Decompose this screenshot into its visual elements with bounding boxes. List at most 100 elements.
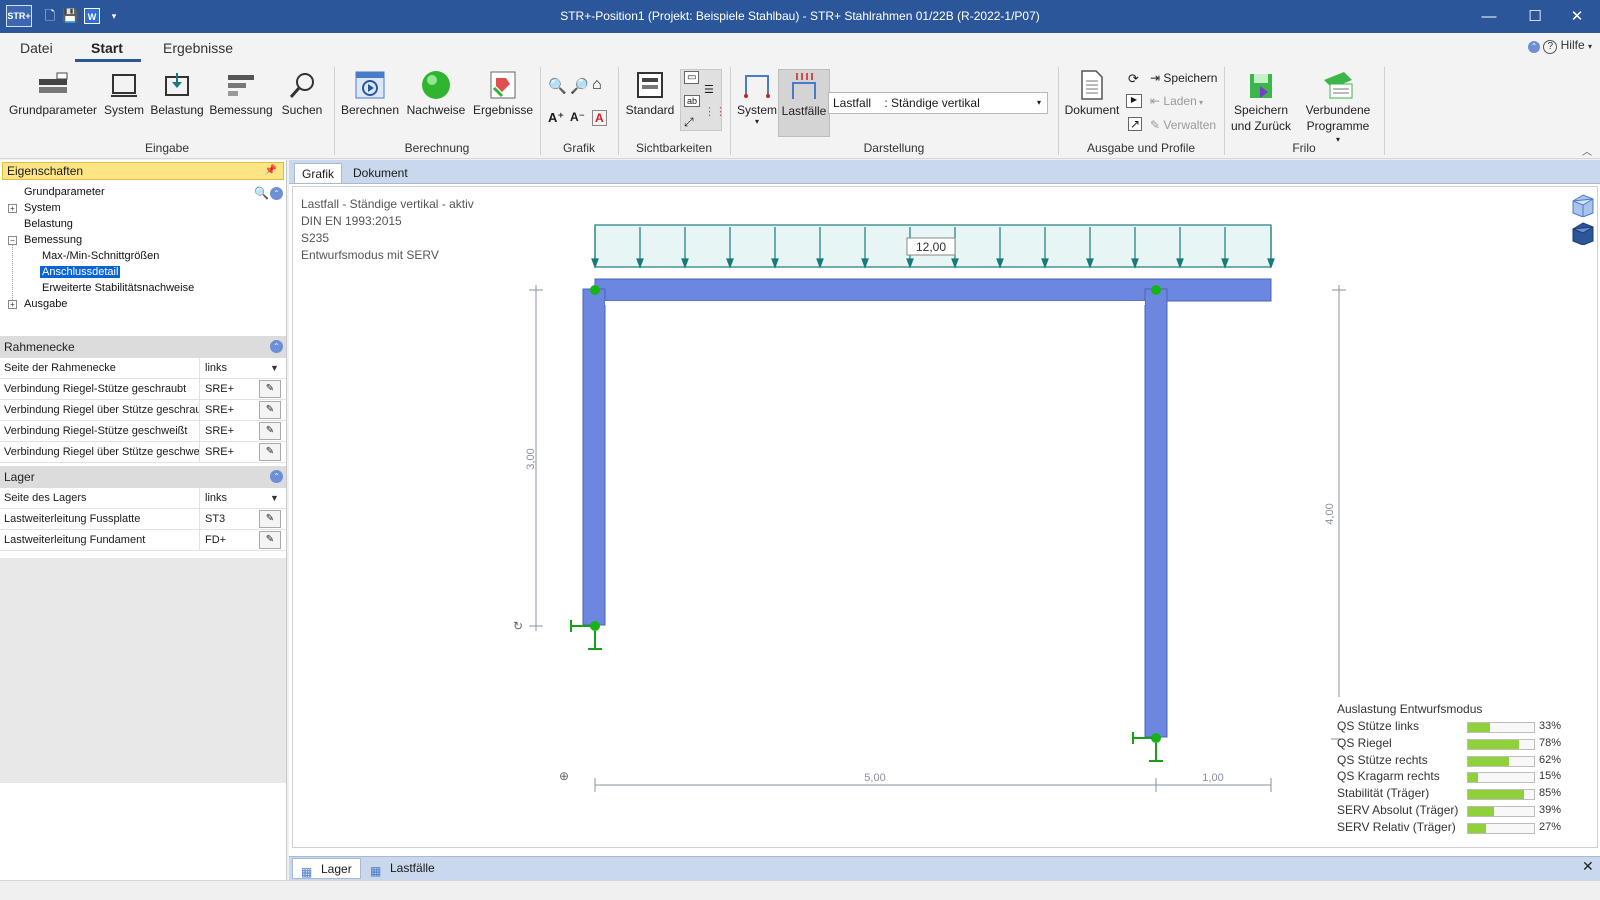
zoom-icon[interactable]: 🔍: [548, 77, 567, 95]
tab-start[interactable]: Start: [91, 40, 123, 56]
search-icon[interactable]: 🔍: [254, 186, 269, 200]
auslastung-label: Stabilität (Träger): [1337, 786, 1430, 801]
grid-toggle-icon[interactable]: ⋮⋮: [704, 105, 726, 118]
property-row[interactable]: Seite der Rahmenecke links ▼: [0, 358, 286, 379]
graphic-canvas[interactable]: Lastfall - Ständige vertikal - aktiv DIN…: [292, 186, 1598, 848]
tab-grafik[interactable]: Grafik: [294, 163, 343, 183]
chevron-up-icon[interactable]: ︿: [1582, 143, 1592, 158]
collapse-ribbon-icon[interactable]: ⌃: [1527, 41, 1540, 53]
home-view-icon[interactable]: ⌂: [592, 76, 602, 94]
group-label-berechnung: Berechnung: [404, 141, 470, 155]
font-decrease-icon[interactable]: A⁻: [570, 110, 585, 124]
tree-item-bemessung[interactable]: Bemessung: [24, 234, 82, 246]
tab-lager[interactable]: ▦ Lager: [292, 858, 361, 879]
tab-datei[interactable]: Datei: [20, 40, 53, 56]
edit-icon[interactable]: ✎: [259, 510, 281, 528]
minimize-button[interactable]: —: [1466, 0, 1512, 33]
property-row[interactable]: Lastweiterleitung Fundament FD+ ✎: [0, 530, 286, 551]
bar-toggle-icon[interactable]: ☰: [704, 83, 714, 96]
zoom-in-icon[interactable]: 🔎: [570, 77, 589, 95]
bemessung-button[interactable]: Bemessung: [208, 69, 274, 117]
speichern-button[interactable]: ⇥ Speichern: [1150, 71, 1217, 85]
text-format-icon[interactable]: A: [592, 110, 607, 126]
label-toggle-icon[interactable]: ab: [684, 95, 701, 107]
lastfaelle-button[interactable]: Lastfälle: [778, 69, 830, 137]
standard-button[interactable]: Standard: [622, 69, 678, 117]
maximize-button[interactable]: ☐: [1512, 0, 1558, 33]
collapse-section-icon[interactable]: ⌃: [270, 187, 283, 200]
window-title: STR+-Position1 (Projekt: Beispiele Stahl…: [560, 9, 1040, 23]
auslastung-bar-fill: [1468, 723, 1490, 732]
tree-item-ausgabe[interactable]: Ausgabe: [24, 298, 67, 310]
axis-toggle-icon[interactable]: ⤢: [684, 115, 694, 130]
collapse-section-icon[interactable]: ⌃: [270, 340, 283, 353]
edit-icon[interactable]: ✎: [259, 380, 281, 398]
lastfall-select[interactable]: Lastfall : Ständige vertikal ▾: [828, 92, 1048, 114]
property-row[interactable]: Verbindung Riegel-Stütze geschweißt SRE+…: [0, 421, 286, 442]
system-view-button[interactable]: System ▾: [734, 69, 780, 126]
edit-icon[interactable]: ✎: [259, 443, 281, 461]
table-icon: ▦: [370, 864, 382, 878]
tab-ergebnisse[interactable]: Ergebnisse: [163, 40, 233, 56]
property-row[interactable]: Verbindung Riegel-Stütze geschraubt SRE+…: [0, 379, 286, 400]
panel-empty-area: [0, 558, 286, 783]
expand-icon[interactable]: +: [8, 204, 17, 213]
verbundene-programme-button[interactable]: Verbundene Programme ▾: [1298, 69, 1378, 144]
verwalten-button[interactable]: ✎ Verwalten: [1150, 118, 1216, 132]
system-button[interactable]: System: [102, 69, 146, 117]
dokument-button[interactable]: Dokument: [1062, 69, 1122, 117]
speichern-und-zurueck-button[interactable]: Speichern und Zurück: [1228, 69, 1294, 133]
laden-button[interactable]: ⇤ Laden ▾: [1150, 94, 1203, 108]
nachweise-button[interactable]: Nachweise: [404, 69, 468, 117]
dimension-toggle-icon[interactable]: ▭: [684, 71, 700, 84]
export-icon[interactable]: ↗: [1128, 117, 1143, 131]
property-row[interactable]: Verbindung Riegel über Stütze geschweißt…: [0, 442, 286, 463]
pin-icon[interactable]: 📌: [265, 163, 277, 179]
belastung-button[interactable]: Belastung: [148, 69, 206, 117]
edit-icon[interactable]: ✎: [259, 531, 281, 549]
grundparameter-button[interactable]: Grundparameter: [6, 69, 100, 117]
property-row[interactable]: Verbindung Riegel über Stütze geschraubt…: [0, 400, 286, 421]
auslastung-row: QS Stütze rechts 62%: [1337, 753, 1597, 769]
tree-item-system[interactable]: System: [24, 202, 61, 214]
berechnen-button[interactable]: Berechnen: [338, 69, 402, 117]
edit-icon[interactable]: ✎: [259, 422, 281, 440]
suchen-button[interactable]: Suchen: [278, 69, 326, 117]
tab-dokument[interactable]: Dokument: [346, 163, 415, 183]
tree-item-stabilitaet[interactable]: Erweiterte Stabilitätsnachweise: [42, 282, 194, 294]
tab-lastfaelle[interactable]: ▦ Lastfälle: [362, 858, 443, 879]
auslastung-row: SERV Absolut (Träger) 39%: [1337, 803, 1597, 819]
auslastung-row: Stabilität (Träger) 85%: [1337, 786, 1597, 802]
property-row[interactable]: Lastweiterleitung Fussplatte ST3 ✎: [0, 509, 286, 530]
origin-icon: ⊕: [559, 769, 569, 783]
auslastung-row: QS Kragarm rechts 15%: [1337, 769, 1597, 785]
image-icon[interactable]: ▶: [1126, 94, 1142, 108]
help-menu[interactable]: ⌃ ? Hilfe ▾: [1527, 38, 1592, 54]
ergebnisse-button[interactable]: Ergebnisse: [470, 69, 536, 117]
tree-item-belastung[interactable]: Belastung: [24, 218, 73, 230]
manage-icon: ✎: [1150, 118, 1164, 132]
chevron-down-icon[interactable]: ▼: [270, 488, 279, 508]
font-increase-icon[interactable]: A⁺: [548, 110, 564, 126]
auslastung-row: QS Stütze links 33%: [1337, 719, 1597, 735]
expand-icon[interactable]: +: [8, 300, 17, 309]
auslastung-row: SERV Relativ (Träger) 27%: [1337, 820, 1597, 836]
edit-icon[interactable]: ✎: [259, 401, 281, 419]
tree-item-schnittgroessen[interactable]: Max-/Min-Schnittgrößen: [42, 250, 159, 262]
close-button[interactable]: ✕: [1554, 0, 1600, 33]
close-icon[interactable]: ✕: [1582, 858, 1594, 875]
auslastung-value: 39%: [1538, 804, 1561, 816]
auslastung-bar-fill: [1468, 790, 1525, 800]
tree-item-anschlussdetail[interactable]: Anschlussdetail: [40, 266, 121, 278]
collapse-section-icon[interactable]: ⌃: [270, 470, 283, 483]
search-icon: [286, 69, 318, 101]
status-ok-icon: [420, 69, 452, 101]
section-lager[interactable]: Lager ⌃: [0, 466, 286, 488]
group-label-ausgabe: Ausgabe und Profile: [1086, 141, 1196, 155]
refresh-icon[interactable]: ⟳: [1128, 71, 1139, 87]
section-rahmenecke[interactable]: Rahmenecke ⌃: [0, 336, 286, 358]
standard-view-icon: [634, 69, 666, 101]
tree-item-grundparameter[interactable]: Grundparameter: [24, 186, 105, 198]
property-row[interactable]: Seite des Lagers links ▼: [0, 488, 286, 509]
chevron-down-icon[interactable]: ▼: [270, 358, 279, 378]
